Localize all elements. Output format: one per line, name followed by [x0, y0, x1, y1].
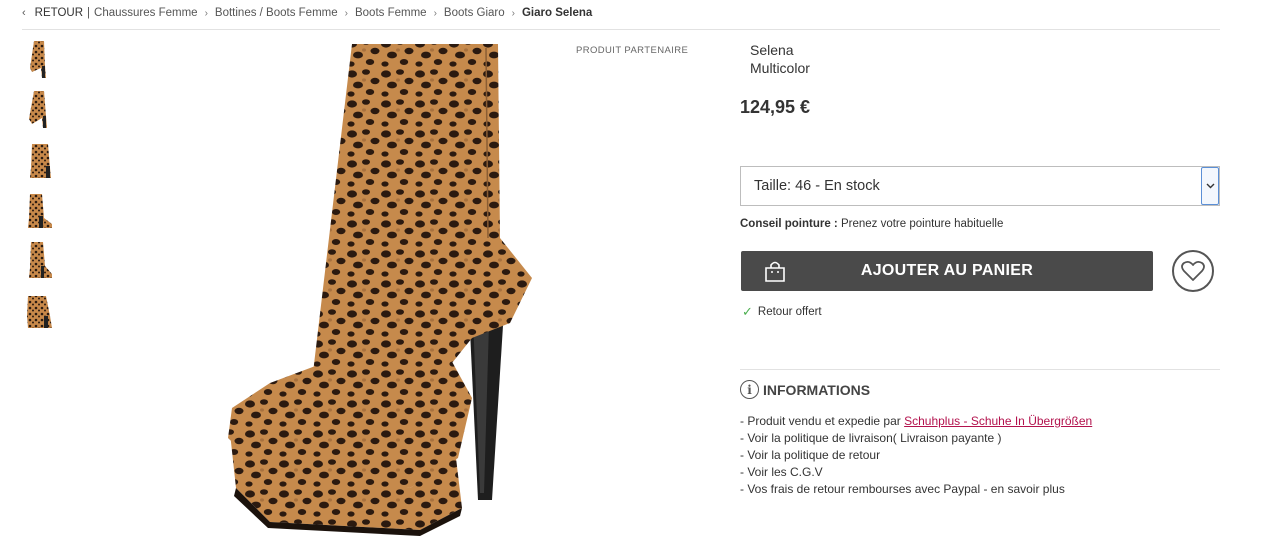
checkmark-icon: ✓ [742, 304, 753, 319]
chevron-left-icon: ‹ [22, 7, 26, 19]
thumbnail-5[interactable] [22, 238, 58, 282]
product-color: Multicolor [750, 60, 810, 76]
chevron-down-icon[interactable] [1201, 167, 1219, 205]
info-paypal-returns[interactable]: - Vos frais de retour rembourses avec Pa… [740, 481, 1092, 498]
heart-icon [1181, 260, 1205, 281]
size-advice-text: Prenez votre pointure habituelle [840, 218, 1004, 230]
size-select[interactable]: Taille: 46 - En stock [740, 166, 1220, 206]
thumbnail-list [22, 38, 58, 338]
size-advice: Conseil pointure : Prenez votre pointure… [740, 218, 1003, 230]
product-name: Selena [750, 42, 794, 58]
free-return-notice: ✓ Retour offert [742, 304, 822, 320]
breadcrumb-current: Giaro Selena [521, 7, 593, 19]
info-divider [740, 369, 1220, 370]
informations-heading: i INFORMATIONS [740, 380, 870, 399]
info-sold-by-prefix: - Produit vendu et expedie par [740, 414, 905, 428]
seller-link[interactable]: Schuhplus - Schuhe In Übergrößen [904, 414, 1092, 428]
partner-product-tag: PRODUIT PARTENAIRE [576, 45, 689, 56]
info-cgv[interactable]: - Voir les C.G.V [740, 464, 1092, 481]
thumbnail-6[interactable] [22, 288, 58, 332]
breadcrumb-pipe: | [87, 7, 91, 19]
info-sold-by: - Produit vendu et expedie par Schuhplus… [740, 413, 1092, 430]
breadcrumb-item-boots-femme[interactable]: Boots Femme [355, 7, 427, 19]
thumbnail-4[interactable] [22, 188, 58, 232]
informations-list: - Produit vendu et expedie par Schuhplus… [740, 413, 1092, 498]
breadcrumb-back-link[interactable]: RETOUR [35, 7, 83, 19]
chevron-right-icon: › [344, 7, 348, 19]
size-advice-label: Conseil pointure : [740, 218, 838, 230]
shopping-bag-icon [765, 261, 785, 282]
breadcrumb-item-boots-giaro[interactable]: Boots Giaro [444, 7, 505, 19]
info-delivery-policy[interactable]: - Voir la politique de livraison( Livrai… [740, 430, 1092, 447]
chevron-right-icon: › [204, 7, 208, 19]
main-product-image[interactable] [210, 38, 550, 538]
add-to-cart-label: AJOUTER AU PANIER [860, 262, 1034, 279]
free-return-text: Retour offert [757, 306, 822, 318]
breadcrumb-item-bottines[interactable]: Bottines / Boots Femme [215, 7, 338, 19]
add-to-cart-button[interactable]: AJOUTER AU PANIER [741, 251, 1153, 291]
size-select-value: Taille: 46 - En stock [754, 178, 880, 194]
thumbnail-3[interactable] [22, 138, 58, 182]
chevron-right-icon: › [433, 7, 437, 19]
info-icon: i [740, 380, 759, 399]
wishlist-button[interactable] [1172, 250, 1214, 292]
thumbnail-2[interactable] [22, 88, 58, 132]
breadcrumb-item-chaussures-femme[interactable]: Chaussures Femme [94, 7, 198, 19]
info-return-policy[interactable]: - Voir la politique de retour [740, 447, 1092, 464]
breadcrumb-divider [22, 29, 1220, 30]
product-price: 124,95 € [740, 97, 811, 117]
chevron-right-icon: › [511, 7, 515, 19]
breadcrumb: ‹ RETOUR | Chaussures Femme › Bottines /… [22, 5, 592, 21]
thumbnail-1[interactable] [22, 38, 58, 82]
informations-title: INFORMATIONS [763, 381, 871, 398]
